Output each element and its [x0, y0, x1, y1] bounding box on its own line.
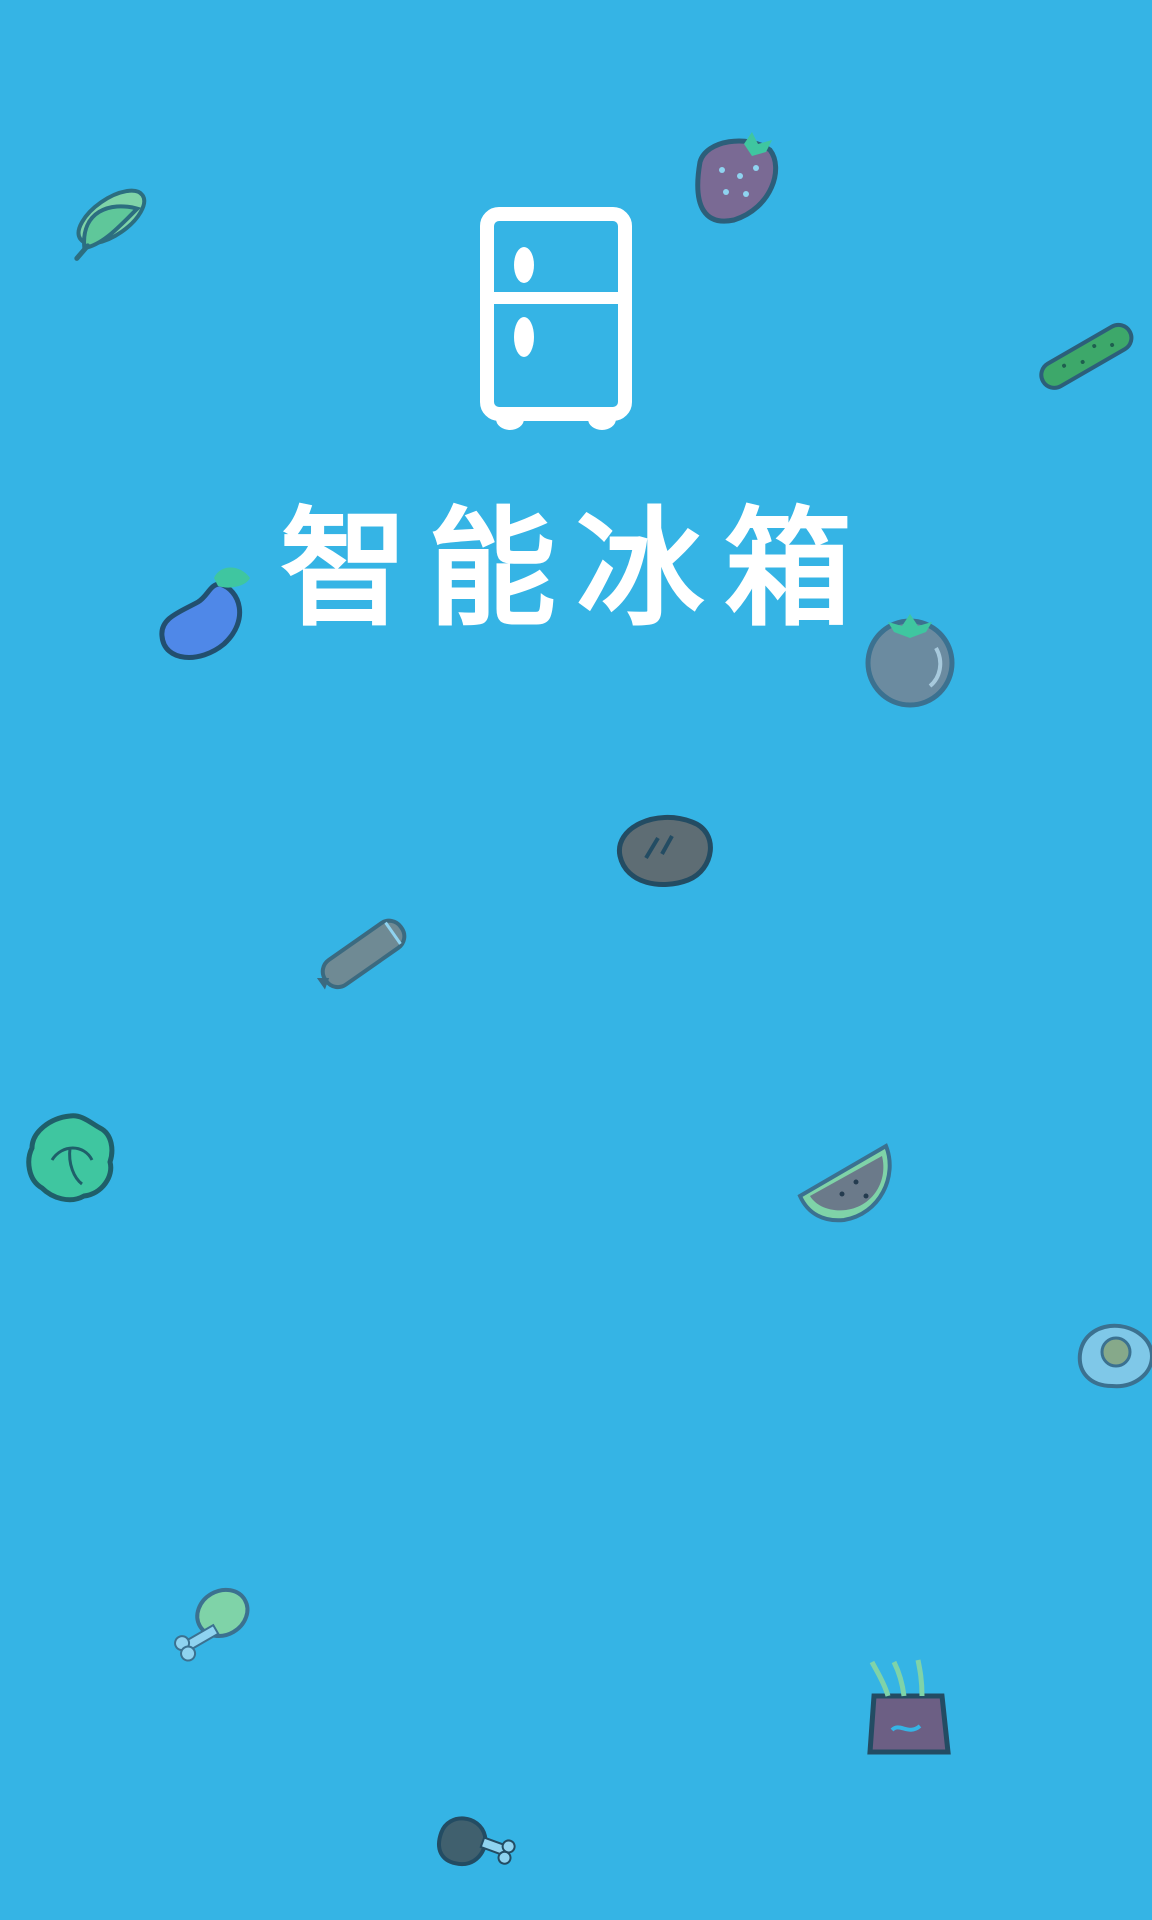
cucumber-icon [1039, 322, 1134, 390]
strawberry-icon [695, 132, 779, 224]
eggplant-icon [159, 567, 250, 660]
chicken-leg-icon [174, 1587, 250, 1662]
corn-icon [74, 188, 147, 261]
fridge-icon [480, 207, 632, 430]
ham-icon [437, 1816, 516, 1867]
watermelon-icon [797, 1143, 892, 1223]
tomato-icon [865, 614, 955, 708]
fried-egg-icon [1077, 1323, 1152, 1389]
splash-screen: 智能冰箱 [0, 0, 1152, 1920]
noodles-icon [867, 1659, 951, 1755]
cabbage-icon [26, 1113, 115, 1203]
steak-icon [617, 815, 713, 888]
sausage-icon [316, 918, 407, 990]
